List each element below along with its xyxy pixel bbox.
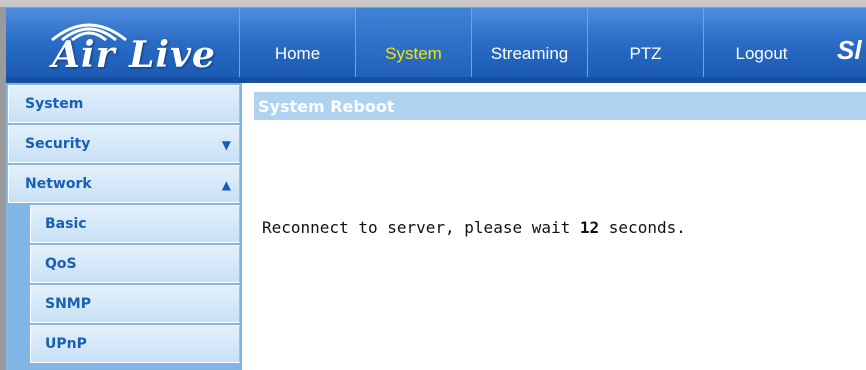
countdown-seconds: 12 (579, 218, 600, 237)
sidebar-item-label: QoS (45, 256, 77, 272)
sidebar: System Security ▼ Network ▲ Basic QoS SN… (6, 83, 242, 370)
window-top-border (0, 0, 866, 8)
nav-tab-logout[interactable]: Logout (703, 8, 819, 77)
sidebar-subitem-qos[interactable]: QoS (30, 245, 240, 283)
section-title: System Reboot (254, 92, 866, 120)
sidebar-item-label: Basic (45, 216, 87, 232)
logo-text: Air Live (52, 34, 216, 76)
sidebar-subitem-upnp[interactable]: UPnP (30, 325, 240, 363)
nav-tab-overflow[interactable]: Sl (837, 35, 862, 66)
sidebar-item-label: UPnP (45, 336, 87, 352)
chevron-up-icon: ▲ (221, 178, 231, 192)
message-prefix: Reconnect to server, please wait (262, 218, 580, 237)
sidebar-item-label: Security (25, 136, 91, 152)
sidebar-item-label: SNMP (45, 296, 91, 312)
sidebar-subitem-basic[interactable]: Basic (30, 205, 240, 243)
nav-tab-ptz[interactable]: PTZ (587, 8, 703, 77)
nav-tab-streaming[interactable]: Streaming (471, 8, 587, 77)
nav-tab-system[interactable]: System (355, 8, 471, 77)
airlive-logo[interactable]: Air Live (30, 14, 230, 76)
nav-tab-home[interactable]: Home (239, 8, 355, 77)
sidebar-item-label: System (25, 96, 84, 112)
sidebar-subitem-snmp[interactable]: SNMP (30, 285, 240, 323)
chevron-down-icon: ▼ (221, 138, 231, 152)
header-bar: Air Live Home System Streaming PTZ Logou… (6, 8, 866, 77)
message-suffix: seconds. (599, 218, 686, 237)
reboot-status-message: Reconnect to server, please wait 12 seco… (262, 218, 686, 237)
sidebar-item-label: Network (25, 176, 92, 192)
sidebar-item-security[interactable]: Security ▼ (8, 125, 240, 163)
main-nav: Home System Streaming PTZ Logout (239, 8, 819, 77)
sidebar-item-system[interactable]: System (8, 85, 240, 123)
sidebar-item-network[interactable]: Network ▲ (8, 165, 240, 203)
